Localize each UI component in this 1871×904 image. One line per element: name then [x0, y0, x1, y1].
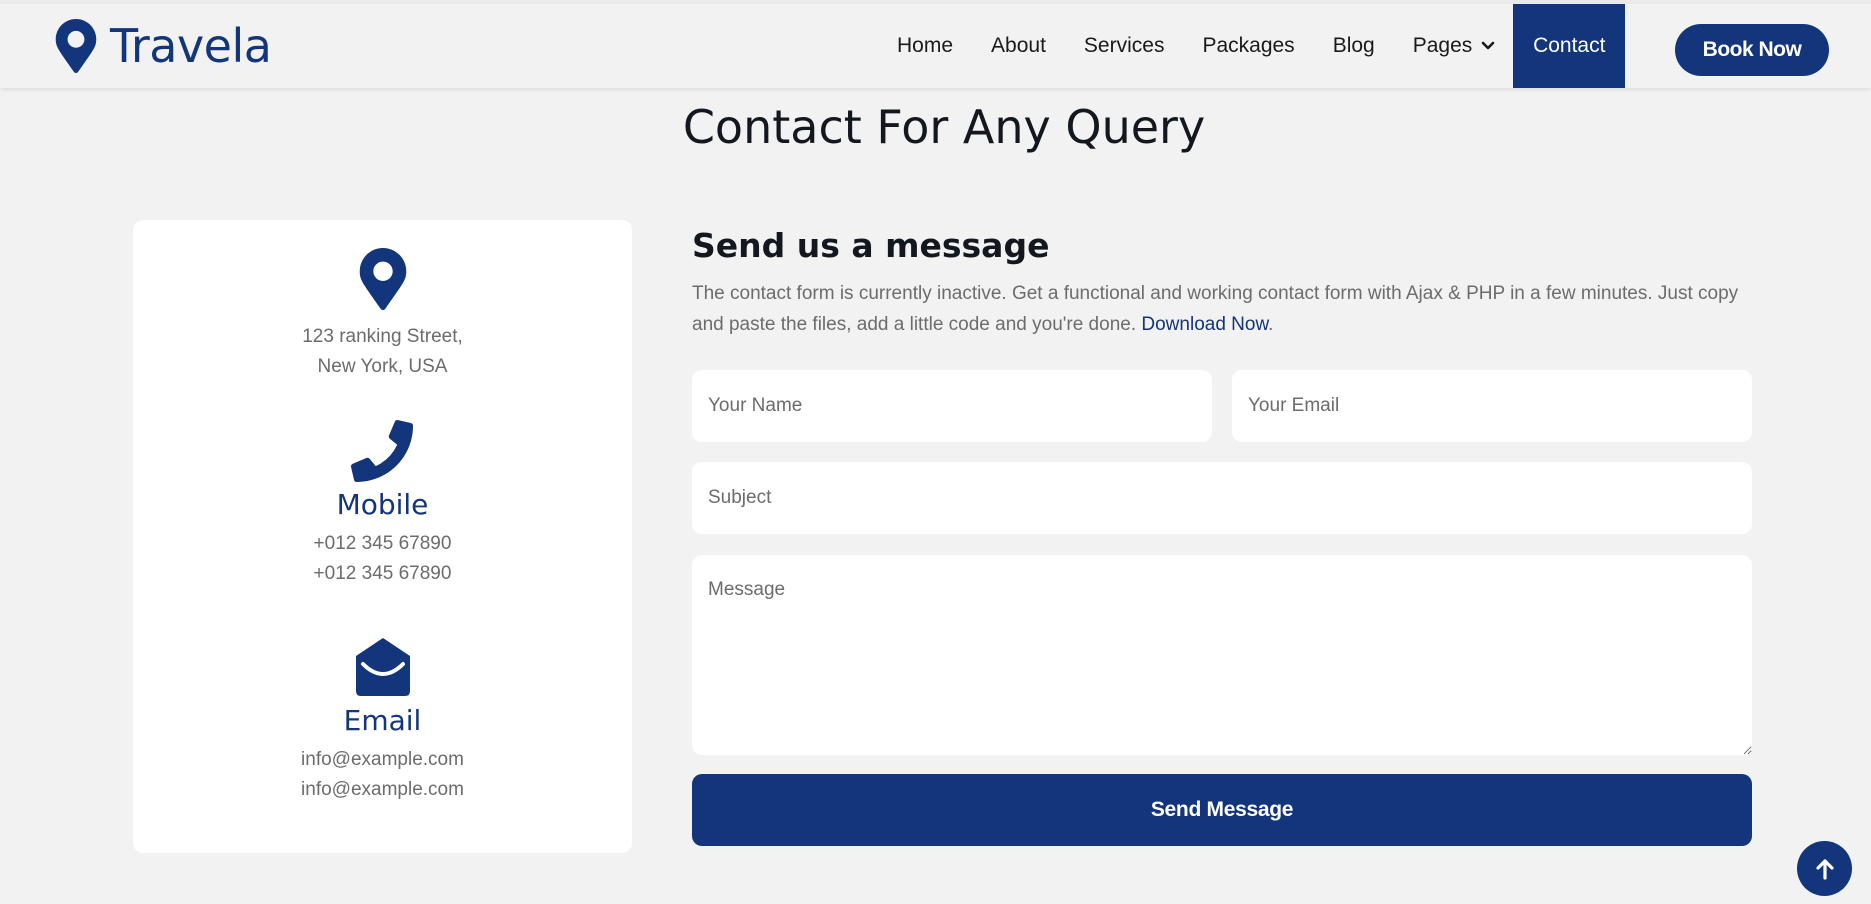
contact-info-card: 123 ranking Street, New York, USA Mobile…	[133, 220, 632, 853]
nav-pages-dropdown[interactable]: Pages	[1413, 4, 1496, 88]
phone-number-1: +012 345 67890	[313, 533, 452, 554]
navbar: Travela Home About Services Packages Blo…	[0, 0, 1871, 88]
email-block: Email info@example.com info@example.com	[133, 636, 632, 805]
nav-about[interactable]: About	[991, 4, 1046, 88]
email-input[interactable]	[1232, 370, 1752, 442]
download-now-link[interactable]: Download Now	[1141, 314, 1268, 335]
nav-services[interactable]: Services	[1084, 4, 1165, 88]
phone-number-2: +012 345 67890	[313, 563, 452, 584]
address-line-2: New York, USA	[317, 356, 448, 377]
mobile-block: Mobile +012 345 67890 +012 345 67890	[133, 420, 632, 589]
page-title: Contact For Any Query	[682, 100, 1206, 154]
mobile-heading: Mobile	[336, 488, 429, 521]
back-to-top-button[interactable]	[1797, 841, 1852, 896]
email-address-1: info@example.com	[301, 749, 464, 770]
message-textarea[interactable]	[692, 555, 1752, 755]
send-message-button[interactable]: Send Message	[692, 774, 1752, 846]
arrow-up-icon	[1815, 858, 1834, 880]
address-block: 123 ranking Street, New York, USA	[133, 248, 632, 382]
phone-icon	[351, 420, 413, 482]
nav-pages-label: Pages	[1412, 34, 1473, 57]
brand-logo[interactable]: Travela	[54, 18, 272, 74]
form-title: Send us a message	[692, 226, 1050, 265]
email-address-2: info@example.com	[301, 779, 464, 800]
nav-contact[interactable]: Contact	[1513, 4, 1626, 88]
book-now-button[interactable]: Book Now	[1675, 24, 1829, 76]
form-description: The contact form is currently inactive. …	[692, 278, 1772, 340]
nav-home[interactable]: Home	[897, 4, 953, 88]
main-nav: Home About Services Packages Blog Pages …	[897, 4, 1626, 88]
email-heading: Email	[343, 704, 422, 737]
brand-name: Travela	[110, 19, 272, 73]
subject-input[interactable]	[692, 462, 1752, 534]
name-input[interactable]	[692, 370, 1212, 442]
envelope-open-icon	[355, 638, 410, 696]
nav-blog[interactable]: Blog	[1333, 4, 1375, 88]
map-marker-icon	[359, 248, 406, 310]
chevron-down-icon	[1481, 41, 1495, 50]
nav-packages[interactable]: Packages	[1202, 4, 1294, 88]
map-marker-icon	[55, 19, 97, 73]
address-line-1: 123 ranking Street,	[302, 326, 463, 347]
form-description-suffix: .	[1268, 314, 1274, 335]
